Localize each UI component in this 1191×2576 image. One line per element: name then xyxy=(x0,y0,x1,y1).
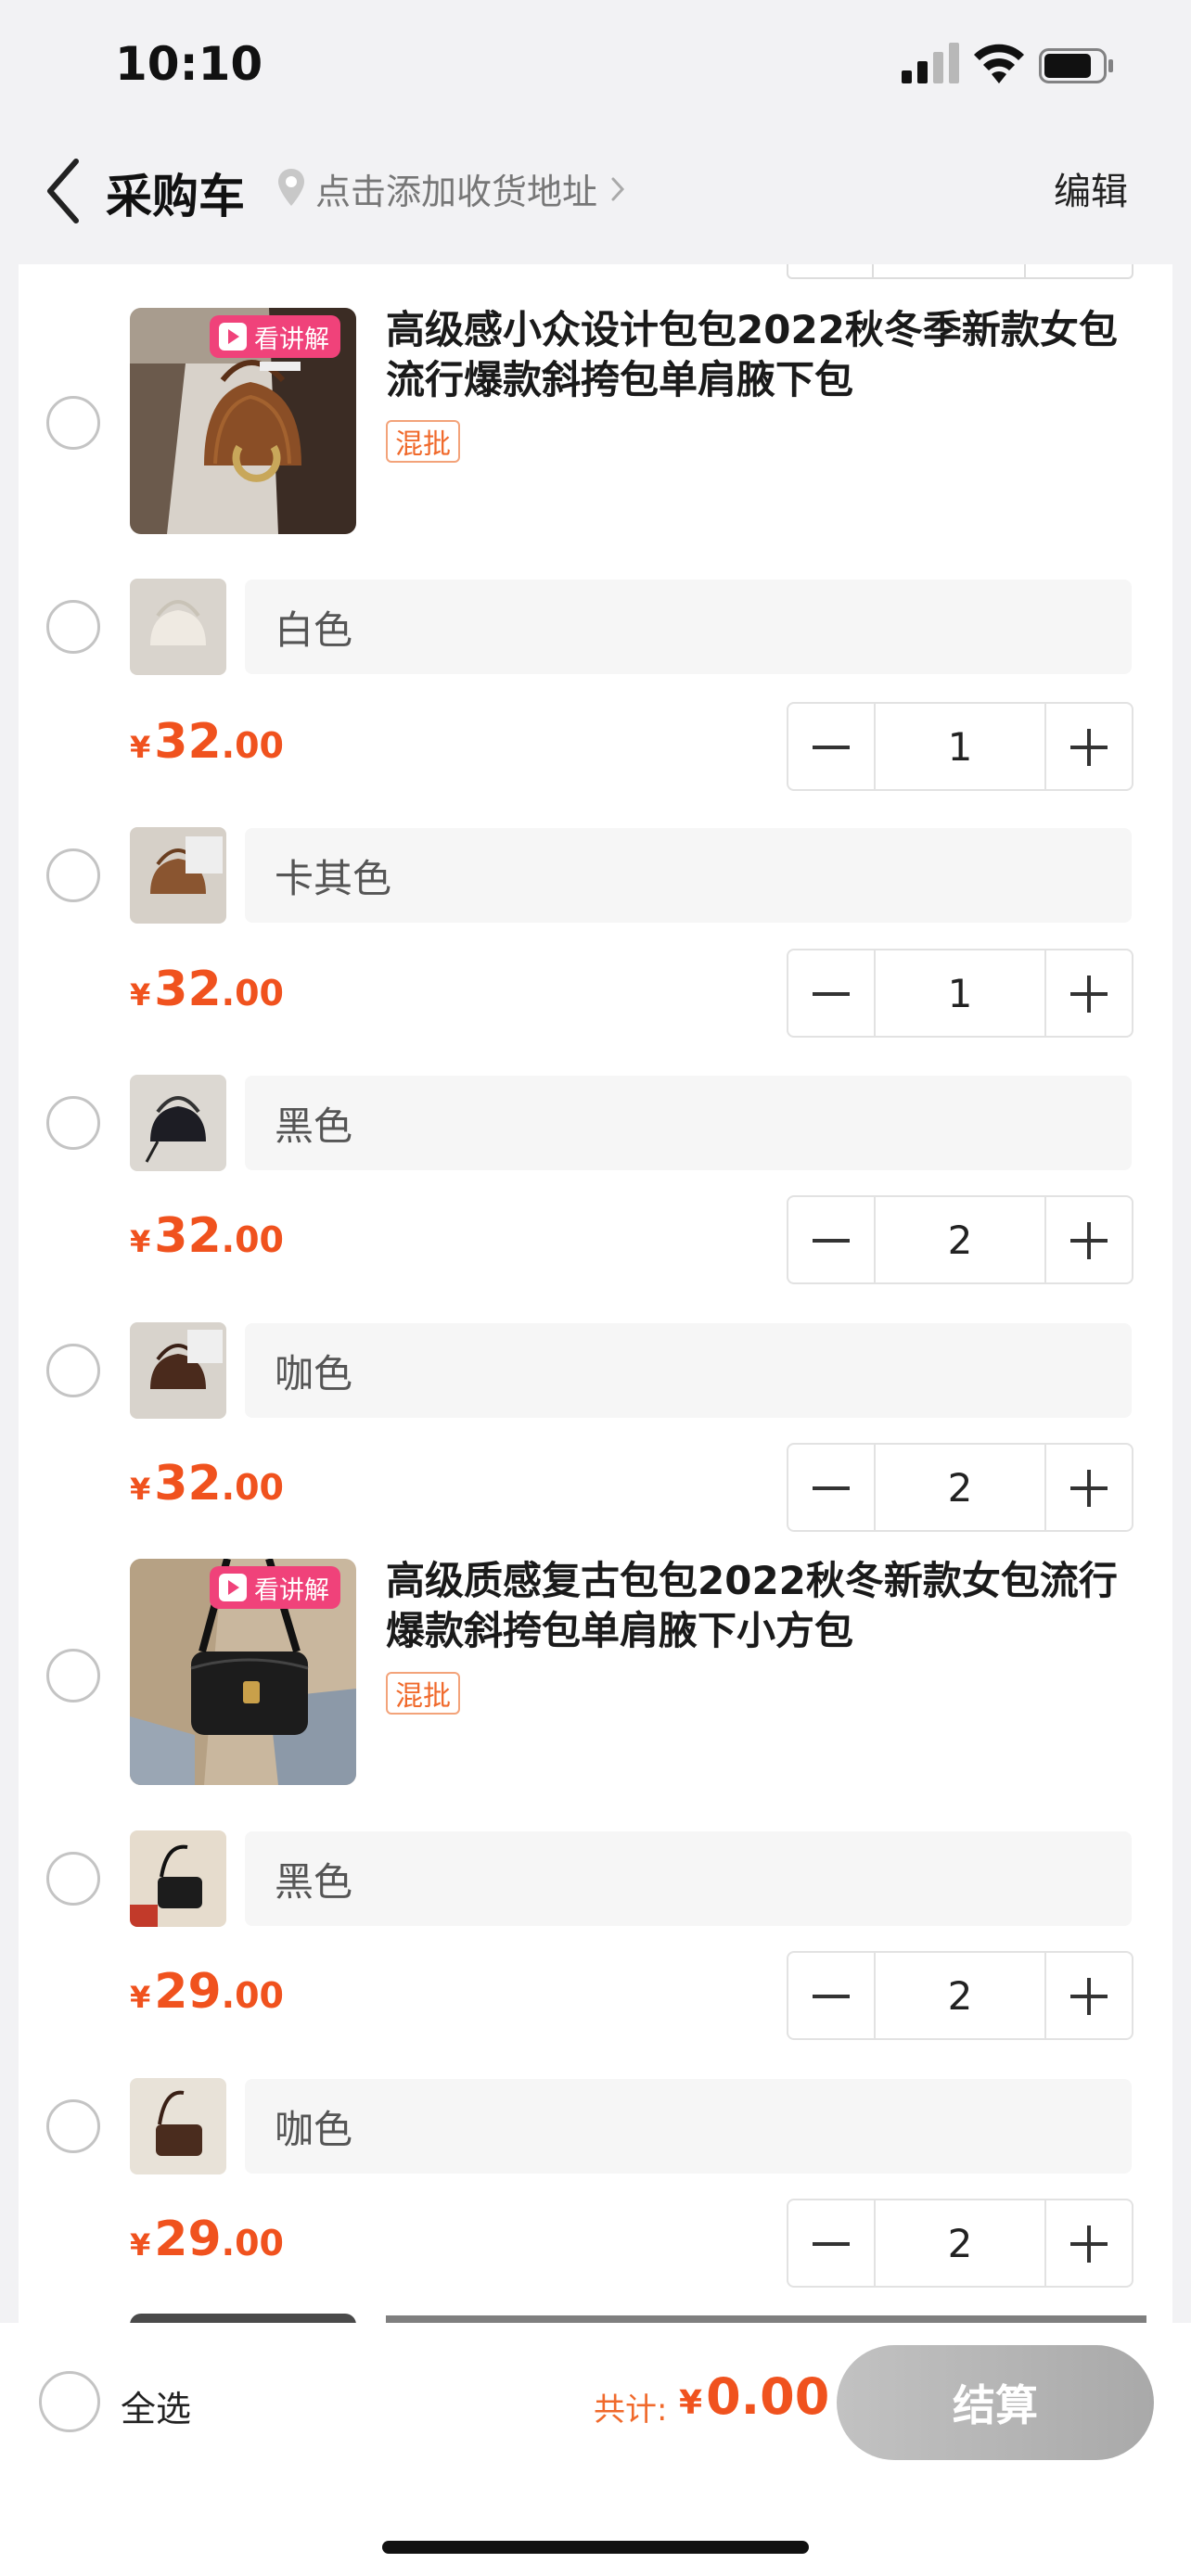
product-1-title[interactable]: 高级感小众设计包包2022秋冬季新款女包流行爆款斜挎包单肩腋下包 xyxy=(386,305,1146,405)
decrement-button[interactable] xyxy=(788,950,874,1036)
quantity-value[interactable]: 2 xyxy=(874,1953,1046,2038)
variant-checkbox[interactable] xyxy=(46,600,100,654)
battery-icon xyxy=(1039,48,1113,83)
checkout-button[interactable]: 结算 xyxy=(837,2345,1154,2460)
partial-stepper xyxy=(787,264,1133,279)
variant-name[interactable]: 咖色 xyxy=(245,2079,1132,2174)
page-title: 采购车 xyxy=(106,170,245,223)
quantity-value[interactable]: 2 xyxy=(874,1445,1046,1530)
mixed-batch-tag: 混批 xyxy=(386,1672,460,1715)
quantity-value[interactable]: 1 xyxy=(874,704,1046,789)
total-amount: ¥0.00 xyxy=(679,2367,830,2426)
add-address-link[interactable]: 点击添加收货地址 xyxy=(315,163,625,214)
live-badge-label: 看讲解 xyxy=(254,325,329,354)
chevron-right-icon xyxy=(611,177,625,200)
increment-button[interactable] xyxy=(1046,1197,1132,1282)
variant-thumbnail xyxy=(130,1322,226,1419)
variant-checkbox[interactable] xyxy=(46,848,100,902)
play-icon xyxy=(219,323,247,351)
variant-thumbnail xyxy=(130,579,226,675)
decrement-button[interactable] xyxy=(788,2200,874,2286)
location-pin-icon xyxy=(278,169,304,206)
variant-checkbox[interactable] xyxy=(46,1344,100,1397)
signal-icon xyxy=(902,43,959,83)
quantity-stepper: 2 xyxy=(787,2199,1133,2288)
variant-price: ¥32.00 xyxy=(130,1208,284,1264)
variant-price: ¥32.00 xyxy=(130,962,284,1017)
variant-name[interactable]: 黑色 xyxy=(245,1831,1132,1926)
select-all-checkbox[interactable] xyxy=(39,2371,100,2432)
nav-bar: 采购车 点击添加收货地址 编辑 xyxy=(0,130,1191,260)
variant-price: ¥29.00 xyxy=(130,1964,284,2020)
quantity-stepper: 2 xyxy=(787,1443,1133,1532)
variant-checkbox[interactable] xyxy=(46,1852,100,1906)
variant-price: ¥32.00 xyxy=(130,1456,284,1511)
increment-button[interactable] xyxy=(1046,1445,1132,1530)
live-explain-badge[interactable]: 看讲解 xyxy=(210,1566,340,1609)
play-icon xyxy=(219,1574,247,1601)
edit-button[interactable]: 编辑 xyxy=(1054,161,1128,215)
variant-thumbnail xyxy=(130,1075,226,1171)
wifi-icon xyxy=(974,44,1024,83)
product-1-image[interactable]: 看讲解 xyxy=(130,308,356,534)
variant-checkbox[interactable] xyxy=(46,2099,100,2153)
quantity-stepper: 2 xyxy=(787,1951,1133,2040)
variant-thumbnail xyxy=(130,827,226,924)
product-2-title[interactable]: 高级质感复古包包2022秋冬新款女包流行爆款斜挎包单肩腋下小方包 xyxy=(386,1556,1146,1656)
quantity-value[interactable]: 2 xyxy=(874,2200,1046,2286)
variant-thumbnail xyxy=(130,1830,226,1927)
product-2-image[interactable]: 看讲解 xyxy=(130,1559,356,1785)
live-badge-label: 看讲解 xyxy=(254,1575,329,1605)
address-label: 点击添加收货地址 xyxy=(315,172,598,212)
increment-button[interactable] xyxy=(1046,950,1132,1036)
select-all-label[interactable]: 全选 xyxy=(121,2380,191,2431)
variant-name[interactable]: 卡其色 xyxy=(245,828,1132,923)
home-indicator[interactable] xyxy=(382,2541,809,2554)
status-time: 10:10 xyxy=(115,37,263,91)
quantity-stepper: 2 xyxy=(787,1195,1133,1284)
back-arrow-icon[interactable] xyxy=(41,154,87,228)
checkout-bar: 全选 共计: ¥0.00 结算 xyxy=(0,2323,1191,2576)
quantity-value[interactable]: 2 xyxy=(874,1197,1046,1282)
product-2-checkbox[interactable] xyxy=(46,1649,100,1702)
increment-button[interactable] xyxy=(1046,1953,1132,2038)
decrement-button[interactable] xyxy=(788,704,874,789)
cart-list: 看讲解 高级感小众设计包包2022秋冬季新款女包流行爆款斜挎包单肩腋下包 混批 … xyxy=(19,264,1172,2325)
variant-price: ¥29.00 xyxy=(130,2212,284,2267)
variant-name[interactable]: 黑色 xyxy=(245,1076,1132,1170)
variant-name[interactable]: 咖色 xyxy=(245,1323,1132,1418)
decrement-button[interactable] xyxy=(788,1953,874,2038)
live-explain-badge[interactable]: 看讲解 xyxy=(210,315,340,358)
quantity-stepper: 1 xyxy=(787,702,1133,791)
variant-price: ¥32.00 xyxy=(130,714,284,770)
product-1-checkbox[interactable] xyxy=(46,396,100,450)
variant-thumbnail xyxy=(130,2078,226,2174)
quantity-stepper: 1 xyxy=(787,949,1133,1038)
increment-button[interactable] xyxy=(1046,2200,1132,2286)
quantity-value[interactable]: 1 xyxy=(874,950,1046,1036)
status-bar: 10:10 xyxy=(0,0,1191,130)
variant-checkbox[interactable] xyxy=(46,1096,100,1150)
decrement-button[interactable] xyxy=(788,1445,874,1530)
variant-name[interactable]: 白色 xyxy=(245,580,1132,674)
increment-button[interactable] xyxy=(1046,704,1132,789)
total-label: 共计: xyxy=(594,2391,668,2429)
mixed-batch-tag: 混批 xyxy=(386,420,460,463)
decrement-button[interactable] xyxy=(788,1197,874,1282)
